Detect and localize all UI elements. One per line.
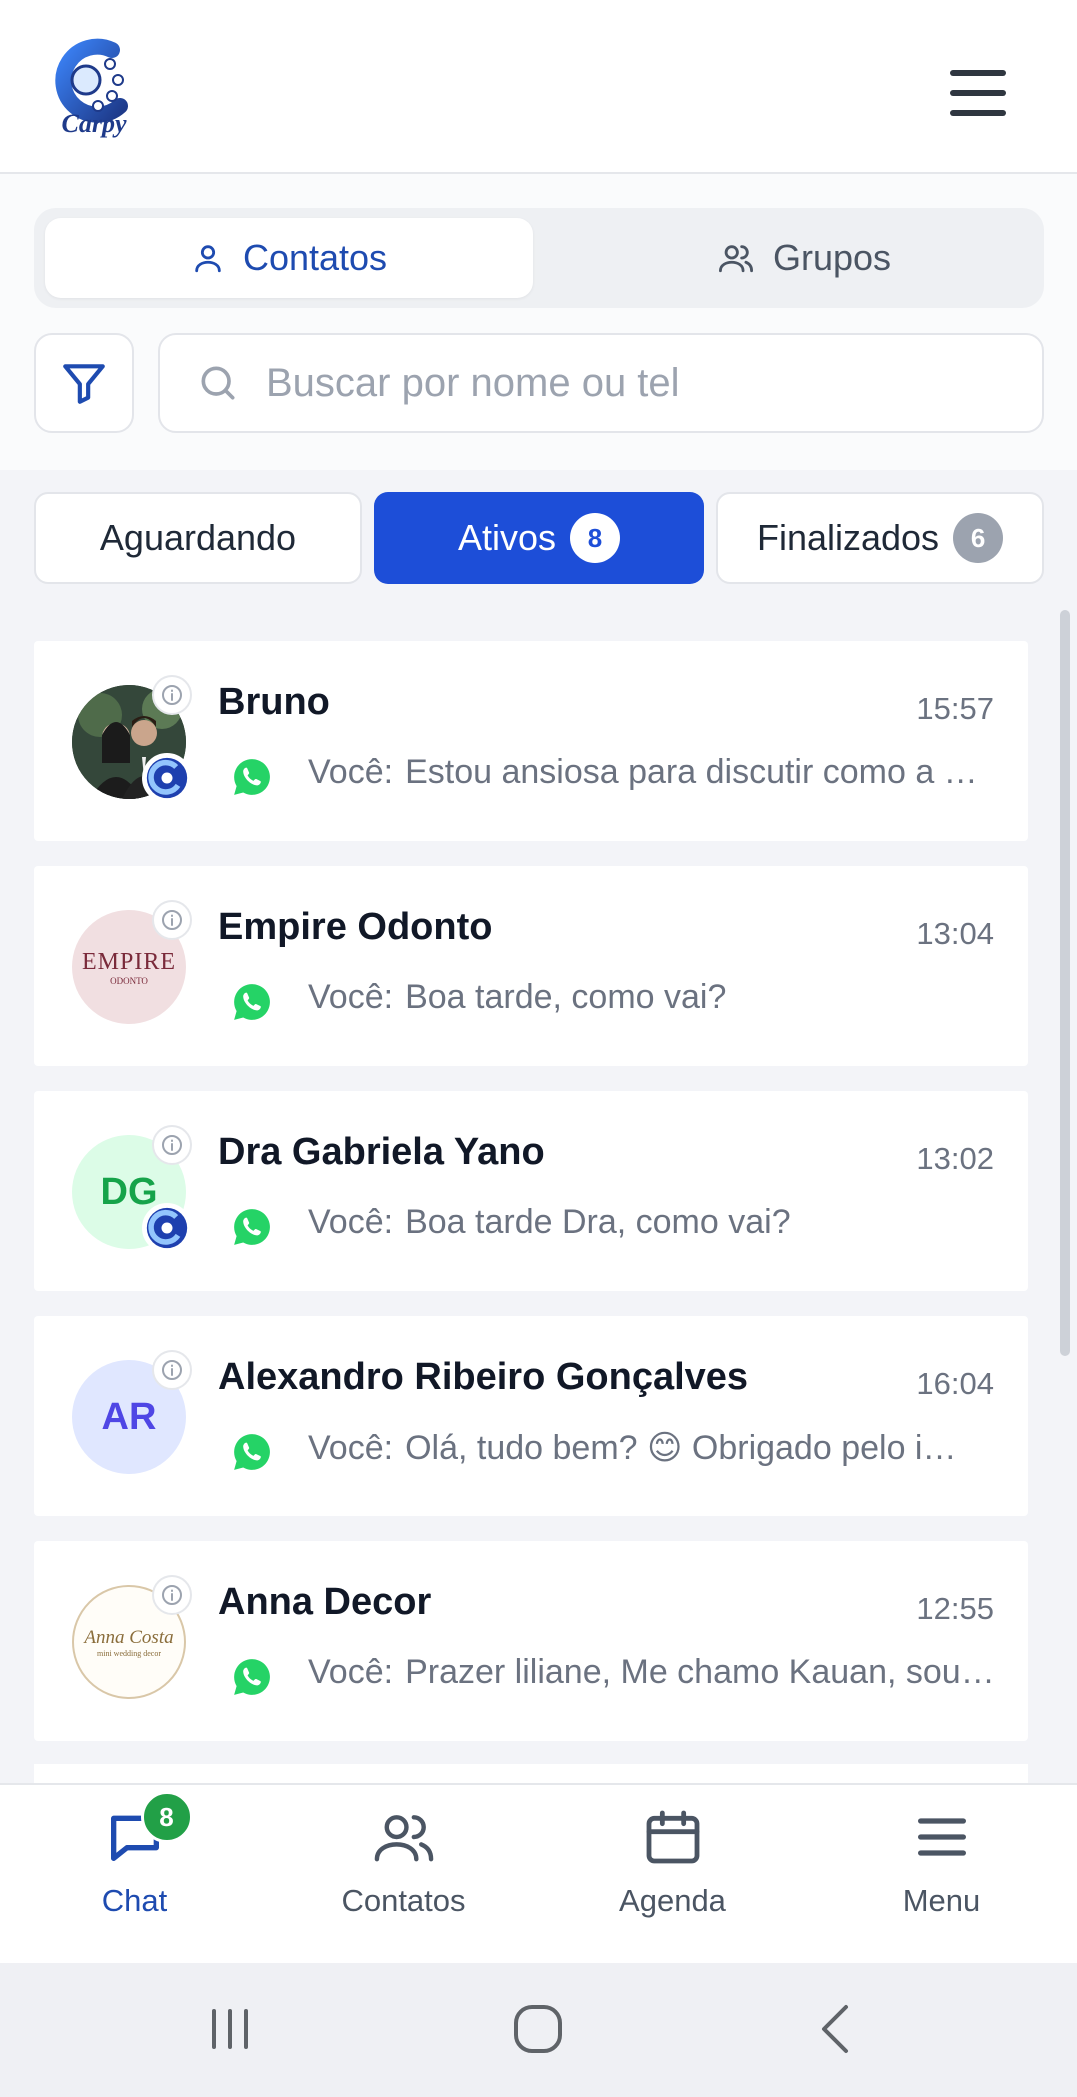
carpy-channel-icon — [142, 753, 192, 803]
carpy-logo[interactable]: Carpy — [42, 36, 146, 146]
last-message: Você: Boa tarde Dra, como vai? — [308, 1203, 998, 1242]
nav-chat-label: Chat — [101, 1883, 168, 1918]
status-tab-aguardando-label: Aguardando — [99, 517, 297, 558]
message-time: 16:04 — [916, 1366, 994, 1401]
info-icon[interactable] — [152, 900, 192, 940]
sender-prefix: Você: — [308, 1429, 394, 1467]
search-icon — [201, 366, 235, 400]
system-navigation-bar — [0, 1963, 1077, 2097]
nav-menu-label: Menu — [902, 1883, 981, 1918]
conversation-item-partial[interactable] — [34, 1764, 1028, 1784]
nav-contatos-label: Contatos — [341, 1883, 466, 1918]
chat-unread-badge: 8 — [140, 1791, 193, 1843]
filter-button[interactable] — [34, 333, 134, 433]
message-preview: Olá, tudo bem? 😊 Obrigado pelo i… — [405, 1429, 957, 1467]
info-icon[interactable] — [152, 675, 192, 715]
hamburger-icon[interactable] — [950, 70, 1006, 116]
contact-name: Dra Gabriela Yano — [218, 1131, 545, 1173]
status-tab-finalizados-label: Finalizados — [756, 517, 940, 558]
whatsapp-icon — [234, 1209, 270, 1245]
last-message: Você: Boa tarde, como vai? — [308, 978, 998, 1017]
avatar-initials: DG — [100, 1170, 158, 1213]
finalizados-count-badge: 6 — [953, 513, 1004, 563]
ativos-count-badge: 8 — [570, 513, 621, 563]
message-time: 13:02 — [916, 1141, 994, 1176]
avatar-initials: AR — [101, 1395, 157, 1438]
nav-agenda-label: Agenda — [619, 1883, 726, 1918]
conversation-item[interactable]: DG Dra Gabriela Yano 13:02 Você: Boa tard… — [34, 1091, 1028, 1291]
whatsapp-icon — [234, 1659, 270, 1695]
contact-name: Empire Odonto — [218, 906, 493, 948]
last-message: Você: Prazer liliane, Me chamo Kauan, sou… — [308, 1653, 998, 1692]
carpy-channel-icon — [142, 1203, 192, 1253]
recent-apps-icon[interactable] — [206, 1999, 254, 2059]
conversation-item[interactable]: EMPIRE ODONTO Empire Odonto 13:04 Você: B… — [34, 866, 1028, 1066]
status-tab-finalizados[interactable]: Finalizados 6 — [716, 492, 1044, 584]
last-message: Você: Olá, tudo bem? 😊 Obrigado pelo i… — [308, 1428, 998, 1468]
avatar-logo-subtext: ODONTO — [110, 975, 148, 986]
message-preview: Boa tarde, como vai? — [405, 978, 727, 1016]
avatar-logo-text: EMPIRE — [81, 948, 176, 975]
filter-icon — [63, 364, 105, 404]
contact-name: Bruno — [218, 681, 330, 723]
tab-contatos-label: Contatos — [242, 237, 388, 278]
conversation-item[interactable]: AR Alexandro Ribeiro Gonçalves 16:04 Voc… — [34, 1316, 1028, 1516]
whatsapp-icon — [234, 1434, 270, 1470]
contact-name: Anna Decor — [218, 1581, 432, 1623]
status-tab-aguardando[interactable]: Aguardando — [34, 492, 362, 584]
bottom-navigation: 8 Chat Contatos Agenda Menu — [0, 1783, 1077, 1963]
info-icon[interactable] — [152, 1125, 192, 1165]
whatsapp-icon — [234, 759, 270, 795]
app-header: Carpy — [0, 0, 1077, 174]
info-icon[interactable] — [152, 1350, 192, 1390]
avatar-logo-text: Anna Costa — [84, 1626, 174, 1648]
calendar-icon — [646, 1810, 699, 1864]
sender-prefix: Você: — [308, 978, 394, 1016]
users-icon — [718, 245, 753, 273]
last-message: Você: Estou ansiosa para discutir como a … — [308, 753, 998, 792]
whatsapp-icon — [234, 984, 270, 1020]
avatar-logo-subtext: mini wedding decor — [97, 1648, 161, 1658]
message-time: 15:57 — [916, 691, 994, 726]
info-icon[interactable] — [152, 1575, 192, 1615]
back-icon[interactable] — [812, 1999, 860, 2059]
svg-text:Carpy: Carpy — [62, 109, 127, 138]
user-icon — [195, 245, 221, 273]
contact-name: Alexandro Ribeiro Gonçalves — [218, 1356, 749, 1398]
sender-prefix: Você: — [308, 753, 394, 791]
conversation-item[interactable]: Anna Costa mini wedding decor Anna Decor… — [34, 1541, 1028, 1741]
sender-prefix: Você: — [308, 1203, 394, 1241]
contact-type-toggle: Contatos Grupos — [34, 208, 1044, 308]
message-preview: Estou ansiosa para discutir como a … — [405, 753, 978, 791]
home-icon[interactable] — [508, 1999, 568, 2059]
nav-agenda[interactable]: Agenda — [538, 1785, 807, 1965]
nav-menu[interactable]: Menu — [807, 1785, 1076, 1965]
tab-grupos-label: Grupos — [772, 237, 892, 278]
message-preview: Prazer liliane, Me chamo Kauan, sou… — [405, 1653, 995, 1691]
status-tab-ativos-label: Ativos — [457, 517, 557, 558]
message-time: 12:55 — [916, 1591, 994, 1626]
nav-chat[interactable]: 8 Chat — [0, 1785, 269, 1965]
conversation-item[interactable]: Bruno 15:57 Você: Estou ansiosa para disc… — [34, 641, 1028, 841]
search-input[interactable] — [266, 360, 1026, 406]
tab-grupos[interactable]: Grupos — [574, 218, 1034, 298]
nav-contatos[interactable]: Contatos — [269, 1785, 538, 1965]
search-box — [158, 333, 1044, 433]
message-preview: Boa tarde Dra, como vai? — [405, 1203, 791, 1241]
scrollbar[interactable] — [1060, 610, 1070, 1356]
users-icon — [374, 1815, 433, 1862]
menu-icon — [917, 1818, 966, 1856]
message-time: 13:04 — [916, 916, 994, 951]
status-tab-ativos[interactable]: Ativos 8 — [374, 492, 704, 584]
tab-contatos[interactable]: Contatos — [45, 218, 533, 298]
sender-prefix: Você: — [308, 1653, 394, 1691]
